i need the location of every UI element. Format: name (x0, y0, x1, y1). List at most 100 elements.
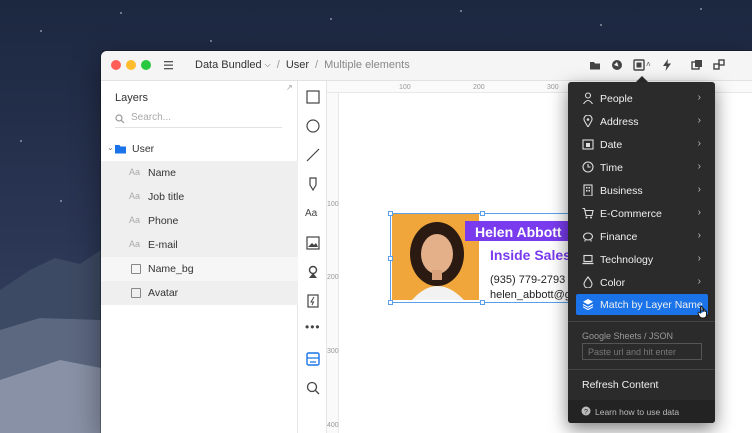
shape-layer-icon (131, 288, 141, 298)
symbol-icon[interactable] (305, 293, 321, 309)
zoom-window-button[interactable] (141, 60, 151, 70)
layers-panel: Layers ↗ Search... ⌄ User Aa Name Aa Job… (101, 81, 298, 433)
data-plugin-icon[interactable] (633, 59, 645, 71)
menu-item-label: Address (600, 116, 639, 128)
more-icon[interactable]: ••• (305, 320, 321, 336)
chevron-up-icon[interactable]: ˄ (646, 60, 651, 69)
layer-item[interactable]: Aa Phone (101, 209, 298, 233)
chevron-right-icon: › (697, 276, 701, 287)
building-icon (583, 184, 593, 196)
chevron-right-icon: › (697, 115, 701, 126)
lightning-icon[interactable] (662, 59, 672, 71)
ruler-label: 300 (547, 84, 559, 91)
folder-icon (115, 145, 126, 154)
breadcrumb-document[interactable]: Data Bundled (195, 59, 262, 71)
refresh-content-button[interactable]: Refresh Content (582, 379, 658, 391)
ruler-label: 200 (473, 84, 485, 91)
close-window-button[interactable] (111, 60, 121, 70)
layer-label: Phone (148, 215, 179, 227)
search-placeholder: Search... (131, 112, 172, 123)
learn-data-link[interactable]: ? Learn how to use data (568, 400, 715, 423)
resize-handle[interactable] (480, 300, 485, 305)
data-dropdown-menu: People › Address › Date › Time › Busines… (568, 82, 715, 423)
ruler-label: 100 (399, 84, 411, 91)
breadcrumb-page[interactable]: User (286, 59, 309, 71)
menu-item-label: Finance (600, 231, 638, 243)
layer-label: Avatar (148, 287, 179, 299)
cart-icon (582, 207, 594, 219)
hamburger-menu-icon[interactable] (164, 59, 174, 71)
resize-handle[interactable] (388, 256, 393, 261)
layer-label: E-mail (148, 239, 178, 251)
selection-box (390, 213, 573, 303)
chevron-down-icon[interactable]: ⌄ (107, 143, 114, 152)
duplicate-icon[interactable] (691, 59, 703, 71)
text-layer-icon: Aa (129, 215, 141, 225)
menu-item-time[interactable]: Time › (576, 157, 708, 178)
menu-divider (568, 369, 715, 370)
learn-label: Learn how to use data (595, 407, 680, 417)
chevron-down-icon[interactable]: ⌵ (265, 60, 271, 70)
chevron-right-icon: › (697, 161, 701, 172)
laptop-icon (582, 254, 594, 265)
chevron-right-icon: › (697, 138, 701, 149)
menu-item-address[interactable]: Address › (576, 111, 708, 132)
layer-item[interactable]: Aa E-mail (101, 233, 298, 257)
menu-item-color[interactable]: Color › (576, 272, 708, 293)
pen-icon[interactable] (305, 176, 321, 192)
line-icon[interactable] (305, 147, 321, 163)
breadcrumb-selection: Multiple elements (324, 59, 410, 71)
layer-item[interactable]: Name_bg (101, 257, 298, 281)
data-icon[interactable] (305, 351, 321, 367)
folder-icon[interactable] (589, 59, 601, 71)
resize-handle[interactable] (388, 300, 393, 305)
text-icon[interactable]: Aa (305, 208, 321, 224)
image-icon[interactable] (305, 235, 321, 251)
text-layer-icon: Aa (129, 167, 141, 177)
chevron-right-icon: › (697, 184, 701, 195)
chevron-right-icon: › (697, 230, 701, 241)
menu-item-technology[interactable]: Technology › (576, 249, 708, 270)
resize-handle[interactable] (480, 211, 485, 216)
breadcrumb-separator: / (276, 59, 280, 71)
google-sheets-label: Google Sheets / JSON (582, 331, 674, 341)
menu-item-label: E-Commerce (600, 208, 662, 220)
menu-item-people[interactable]: People › (576, 88, 708, 109)
text-layer-icon: Aa (129, 191, 141, 201)
menu-item-business[interactable]: Business › (576, 180, 708, 201)
text-layer-icon: Aa (129, 239, 141, 249)
chevron-right-icon: › (697, 253, 701, 264)
url-input[interactable] (582, 343, 702, 360)
ruler-label: 400 (327, 422, 339, 429)
layer-label: Name_bg (148, 263, 194, 275)
layers-icon (582, 299, 594, 310)
zoom-icon[interactable] (305, 380, 321, 396)
search-icon (115, 114, 125, 124)
menu-item-label: People (600, 93, 633, 105)
resize-handle[interactable] (388, 211, 393, 216)
layer-label: Job title (148, 191, 185, 203)
chevron-right-icon: › (697, 207, 701, 218)
clock-icon (582, 161, 594, 173)
menu-item-match-by-layer-name[interactable]: Match by Layer Name (576, 294, 708, 315)
oval-icon[interactable] (305, 118, 321, 134)
minimize-window-button[interactable] (126, 60, 136, 70)
calendar-icon (582, 139, 594, 150)
person-icon (583, 92, 593, 104)
menu-item-finance[interactable]: Finance › (576, 226, 708, 247)
rectangle-icon[interactable] (305, 89, 321, 105)
compass-icon[interactable] (611, 59, 623, 71)
layer-item[interactable]: Avatar (101, 281, 298, 305)
svg-text:?: ? (584, 409, 588, 416)
stamp-icon[interactable] (305, 264, 321, 280)
layers-search-input[interactable]: Search... (115, 112, 282, 128)
menu-item-ecommerce[interactable]: E-Commerce › (576, 203, 708, 224)
link-icon[interactable] (713, 59, 725, 71)
hand-cursor-icon (697, 305, 707, 319)
tools-bar: Aa ••• (298, 81, 327, 433)
menu-item-date[interactable]: Date › (576, 134, 708, 155)
layer-item[interactable]: Aa Job title (101, 185, 298, 209)
expand-icon[interactable]: ↗ (286, 83, 293, 92)
layer-group-user[interactable]: ⌄ User (101, 137, 298, 161)
layer-item[interactable]: Aa Name (101, 161, 298, 185)
